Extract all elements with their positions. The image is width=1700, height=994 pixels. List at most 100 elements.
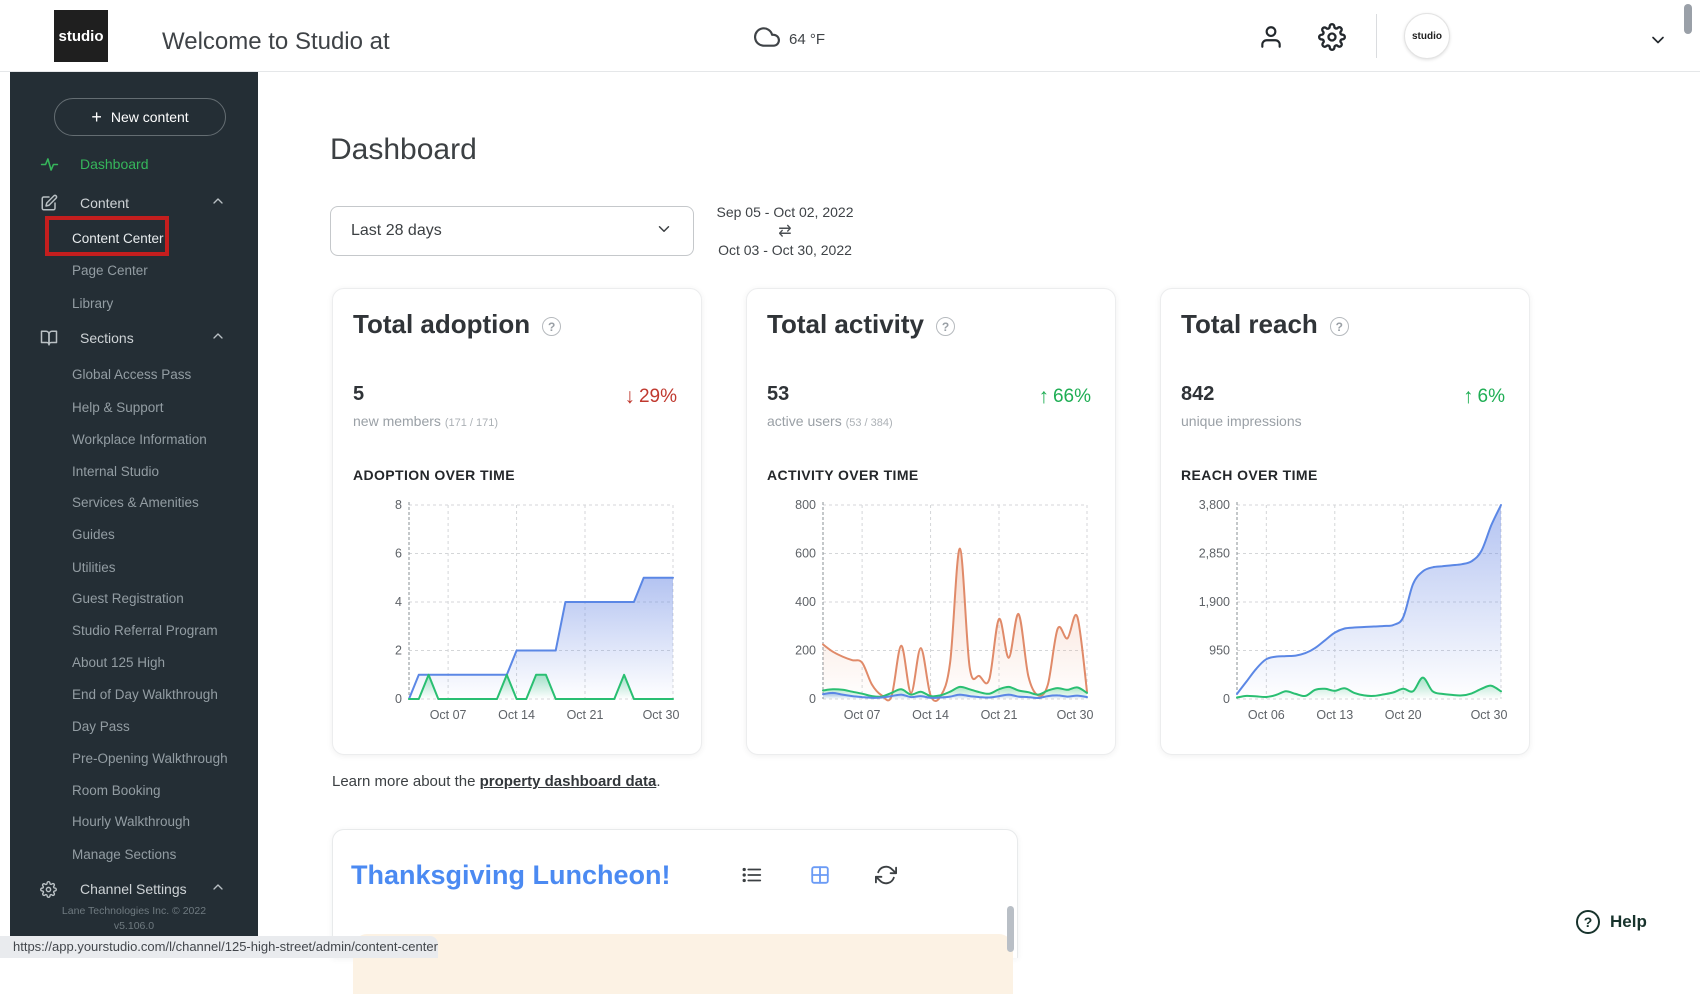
svg-text:Oct 21: Oct 21 xyxy=(981,708,1018,722)
chevron-up-icon[interactable] xyxy=(210,328,228,349)
list-view-icon[interactable] xyxy=(741,864,763,886)
sidebar-item-dashboard[interactable]: Dashboard xyxy=(10,153,258,175)
new-content-button[interactable]: + New content xyxy=(54,98,226,136)
svg-text:0: 0 xyxy=(395,692,402,706)
edit-icon xyxy=(40,193,60,213)
date-range-select[interactable]: Last 28 days xyxy=(330,206,694,256)
svg-text:Oct 07: Oct 07 xyxy=(430,708,467,722)
channel-avatar[interactable]: studio xyxy=(1404,13,1450,59)
sidebar-item-channel-settings[interactable]: Channel Settings xyxy=(10,878,258,900)
grid-view-icon[interactable] xyxy=(809,864,831,886)
card-title: Total adoption xyxy=(353,309,531,339)
studio-logo[interactable]: studio xyxy=(54,10,108,62)
sidebar-item-global-access-pass[interactable]: Global Access Pass xyxy=(10,363,258,385)
sidebar-item-end-of-day-walkthrough[interactable]: End of Day Walkthrough xyxy=(10,683,258,705)
svg-text:800: 800 xyxy=(795,498,816,512)
metric-label: unique impressions xyxy=(1181,413,1302,429)
settings-gear-icon[interactable] xyxy=(1318,23,1346,56)
sidebar-item-help-support[interactable]: Help & Support xyxy=(10,396,258,418)
sidebar-item-utilities[interactable]: Utilities xyxy=(10,556,258,578)
gear-icon xyxy=(40,879,60,899)
sidebar-item-internal-studio[interactable]: Internal Studio xyxy=(10,460,258,482)
sidebar-item-guest-registration[interactable]: Guest Registration xyxy=(10,587,258,609)
svg-text:Oct 30: Oct 30 xyxy=(1057,708,1094,722)
sidebar-item-content[interactable]: Content xyxy=(10,192,258,214)
reach-chart: 0 950 1,900 2,850 3,800 Oct 06 Oct 13 Oct 20 Oct… xyxy=(1199,498,1508,722)
footer-company: Lane Technologies Inc. © 2022 xyxy=(61,905,207,917)
help-icon: ? xyxy=(1576,910,1600,934)
sidebar-item-room-booking[interactable]: Room Booking xyxy=(10,779,258,801)
arrow-up-icon: ↑ xyxy=(1038,385,1049,408)
help-button[interactable]: ? Help xyxy=(1576,910,1647,934)
window-scrollbar-thumb[interactable] xyxy=(1684,4,1692,34)
metric-label: new members (171 / 171) xyxy=(353,413,499,429)
sidebar-item-services-amenities[interactable]: Services & Amenities xyxy=(10,491,258,513)
help-tooltip-icon[interactable]: ? xyxy=(542,317,562,336)
cloud-icon xyxy=(754,24,780,54)
card-scrollbar-thumb[interactable] xyxy=(1007,906,1014,952)
svg-text:Oct 21: Oct 21 xyxy=(567,708,604,722)
swap-icon[interactable]: ⇄ xyxy=(690,222,880,241)
activity-chart: 0 200 400 600 800 Oct 07 Oct 14 Oct 21 Oct 30 xyxy=(795,498,1094,722)
status-url: https://app.yourstudio.com/l/channel/125… xyxy=(13,939,438,954)
link-status-bar: https://app.yourstudio.com/l/channel/125… xyxy=(0,936,438,958)
svg-text:600: 600 xyxy=(795,547,816,561)
sidebar-item-content-center[interactable]: Content Center xyxy=(10,227,258,249)
footer-version: v5.106.0 xyxy=(113,920,155,932)
chart-heading: REACH OVER TIME xyxy=(1181,467,1318,483)
adoption-chart: 0 2 4 6 8 Oct 07 Oct 14 Oct 21 Oct 30 xyxy=(395,498,680,722)
chevron-up-icon[interactable] xyxy=(210,879,228,900)
svg-text:950: 950 xyxy=(1209,644,1230,658)
sidebar: + New content Dashboard Content Content … xyxy=(10,72,258,958)
learn-more-text: Learn more about the property dashboard … xyxy=(332,773,661,790)
date-range-value: Last 28 days xyxy=(351,222,442,239)
help-label: Help xyxy=(1610,912,1647,931)
svg-text:400: 400 xyxy=(795,595,816,609)
total-adoption-card: Total adoption? 5 new members (171 / 171… xyxy=(332,288,702,755)
sidebar-item-sections[interactable]: Sections xyxy=(10,327,258,349)
weather-widget: 64 °F xyxy=(754,24,825,54)
plus-icon: + xyxy=(91,107,102,127)
arrow-down-icon: ↓ xyxy=(624,385,635,408)
svg-text:2: 2 xyxy=(395,644,402,658)
metric-detail: (171 / 171) xyxy=(444,417,499,429)
svg-text:3,800: 3,800 xyxy=(1199,498,1230,512)
metric-detail: (53 / 384) xyxy=(845,417,893,429)
delta-badge: ↑ 6% xyxy=(1463,385,1505,408)
refresh-icon[interactable] xyxy=(875,864,897,886)
sidebar-item-page-center[interactable]: Page Center xyxy=(10,259,258,281)
sidebar-item-hourly-walkthrough[interactable]: Hourly Walkthrough xyxy=(10,810,258,832)
header-divider xyxy=(1376,14,1377,58)
sidebar-footer: Lane Technologies Inc. © 2022 v5.106.0 xyxy=(10,904,258,934)
svg-text:Oct 14: Oct 14 xyxy=(912,708,949,722)
chart-heading: ACTIVITY OVER TIME xyxy=(767,467,919,483)
svg-text:Oct 07: Oct 07 xyxy=(844,708,881,722)
sidebar-item-workplace-information[interactable]: Workplace Information xyxy=(10,428,258,450)
chevron-down-icon[interactable] xyxy=(1648,30,1668,55)
svg-text:Oct 30: Oct 30 xyxy=(643,708,680,722)
svg-text:4: 4 xyxy=(395,595,402,609)
current-period-label: Oct 03 - Oct 30, 2022 xyxy=(718,242,852,258)
sidebar-item-about-125-high[interactable]: About 125 High xyxy=(10,651,258,673)
content-item-title[interactable]: Thanksgiving Luncheon! xyxy=(351,860,671,891)
total-activity-card: Total activity? 53 active users (53 / 38… xyxy=(746,288,1116,755)
chevron-up-icon[interactable] xyxy=(210,193,228,214)
dashboard-data-link[interactable]: property dashboard data xyxy=(480,773,657,790)
card-title: Total reach xyxy=(1181,309,1318,339)
content-preview-block xyxy=(353,934,1013,994)
sidebar-item-guides[interactable]: Guides xyxy=(10,523,258,545)
sidebar-item-pre-opening-walkthrough[interactable]: Pre-Opening Walkthrough xyxy=(10,747,258,769)
metric-value: 53 xyxy=(767,383,790,405)
help-tooltip-icon[interactable]: ? xyxy=(936,317,956,336)
sidebar-item-studio-referral-program[interactable]: Studio Referral Program xyxy=(10,619,258,641)
sidebar-item-day-pass[interactable]: Day Pass xyxy=(10,715,258,737)
svg-text:Oct 14: Oct 14 xyxy=(498,708,535,722)
svg-text:Oct 06: Oct 06 xyxy=(1248,708,1285,722)
sidebar-item-library[interactable]: Library xyxy=(10,292,258,314)
sidebar-item-manage-sections[interactable]: Manage Sections xyxy=(10,843,258,865)
help-tooltip-icon[interactable]: ? xyxy=(1329,317,1349,336)
svg-text:2,850: 2,850 xyxy=(1199,547,1230,561)
profile-icon[interactable] xyxy=(1258,24,1284,55)
total-reach-card: Total reach? 842 unique impressions ↑ 6% … xyxy=(1160,288,1530,755)
svg-text:Oct 30: Oct 30 xyxy=(1471,708,1508,722)
